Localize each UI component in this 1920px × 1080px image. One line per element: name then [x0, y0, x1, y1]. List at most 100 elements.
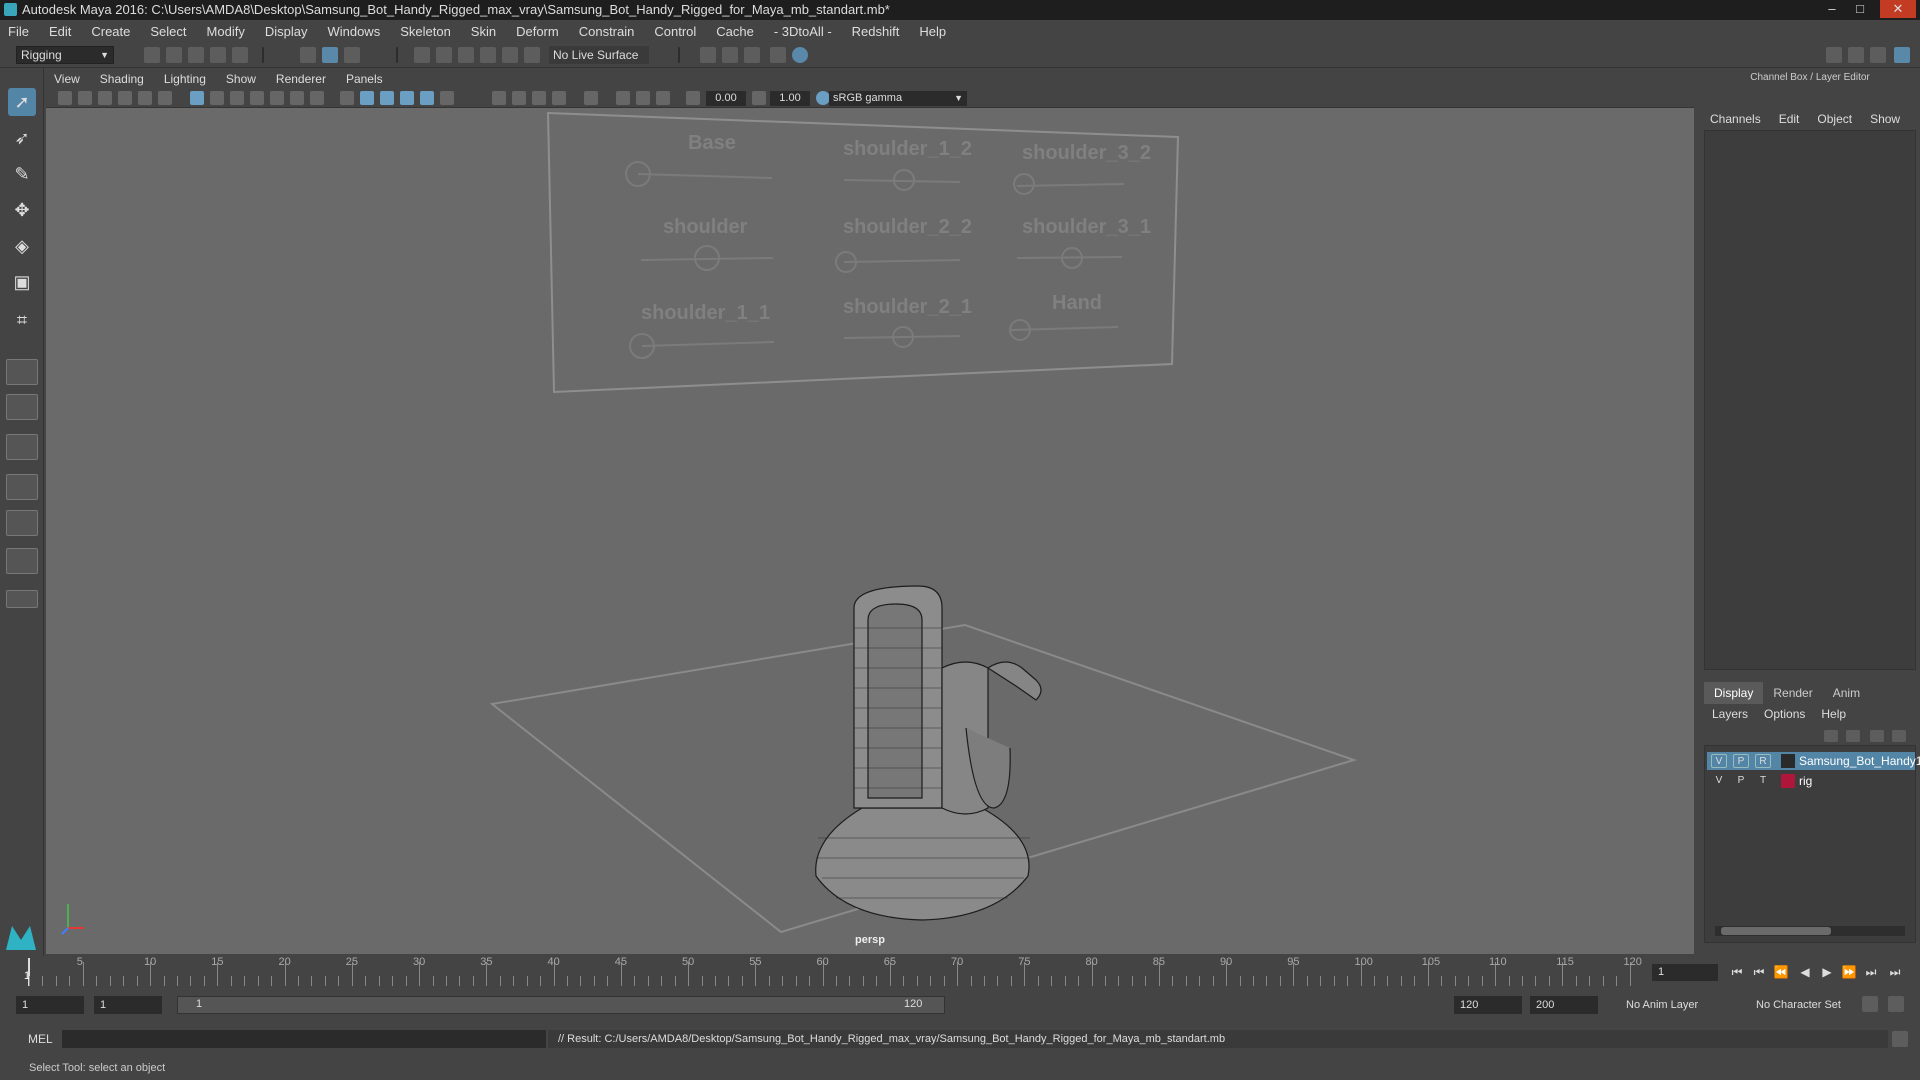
- snap-surface-icon[interactable]: [524, 47, 540, 63]
- resolution-gate-icon[interactable]: [230, 91, 244, 105]
- layer-visibility-toggle[interactable]: V: [1711, 774, 1727, 788]
- new-layer-icon[interactable]: [1870, 730, 1884, 742]
- menu-skin[interactable]: Skin: [471, 24, 496, 39]
- snap-grid-icon[interactable]: [414, 47, 430, 63]
- select-object-icon[interactable]: [322, 47, 338, 63]
- panel-menu-lighting[interactable]: Lighting: [164, 72, 206, 86]
- channels-menu[interactable]: Channels: [1710, 112, 1761, 126]
- panel-menu-panels[interactable]: Panels: [346, 72, 383, 86]
- menu-windows[interactable]: Windows: [327, 24, 380, 39]
- camera-icon[interactable]: [58, 91, 72, 105]
- menu-help[interactable]: Help: [919, 24, 946, 39]
- anim-layer-dropdown[interactable]: No Anim Layer: [1620, 996, 1740, 1014]
- layer-display-type-toggle[interactable]: T: [1755, 774, 1771, 788]
- safe-action-icon[interactable]: [290, 91, 304, 105]
- live-surface-field[interactable]: No Live Surface: [549, 46, 649, 64]
- two-panes-layout-button[interactable]: [6, 434, 38, 460]
- rotate-tool-button[interactable]: ◈: [8, 232, 36, 260]
- menu-control[interactable]: Control: [654, 24, 696, 39]
- render-settings-icon[interactable]: [744, 47, 760, 63]
- 2d-pan-zoom-icon[interactable]: [138, 91, 152, 105]
- play-backwards-button[interactable]: ◀: [1796, 964, 1814, 980]
- scrollbar-thumb[interactable]: [1721, 927, 1831, 935]
- camera-attributes-icon[interactable]: [78, 91, 92, 105]
- save-scene-icon[interactable]: [188, 47, 204, 63]
- layer-color-swatch[interactable]: [1781, 774, 1795, 788]
- field-chart-icon[interactable]: [270, 91, 284, 105]
- step-forward-frame-button[interactable]: ⏩: [1840, 964, 1858, 980]
- go-to-start-button[interactable]: ⏮: [1728, 964, 1746, 980]
- step-forward-key-button[interactable]: ⏭: [1862, 964, 1880, 980]
- image-plane-icon[interactable]: [118, 91, 132, 105]
- command-input[interactable]: [62, 1030, 546, 1048]
- paint-select-tool-button[interactable]: ✎: [8, 160, 36, 188]
- hypershade-layout-button[interactable]: [6, 548, 38, 574]
- move-layer-up-icon[interactable]: [1824, 730, 1838, 742]
- xray-components-icon[interactable]: [656, 91, 670, 105]
- panel-menu-renderer[interactable]: Renderer: [276, 72, 326, 86]
- render-frame-icon[interactable]: [700, 47, 716, 63]
- cb-show-menu[interactable]: Show: [1870, 112, 1900, 126]
- minimize-button[interactable]: –: [1820, 0, 1844, 18]
- current-frame-field[interactable]: 1: [1652, 964, 1718, 981]
- menu-deform[interactable]: Deform: [516, 24, 559, 39]
- menu-set-dropdown[interactable]: Rigging ▼: [16, 46, 114, 64]
- gate-mask-icon[interactable]: [250, 91, 264, 105]
- menu-select[interactable]: Select: [150, 24, 186, 39]
- graph-editor-layout-button[interactable]: [6, 510, 38, 536]
- playback-end-field[interactable]: 120: [1454, 996, 1522, 1014]
- panel-menu-shading[interactable]: Shading: [100, 72, 144, 86]
- new-scene-icon[interactable]: [144, 47, 160, 63]
- maximize-button[interactable]: □: [1848, 0, 1872, 18]
- options-menu[interactable]: Options: [1764, 707, 1805, 721]
- render-view-icon[interactable]: [792, 47, 808, 63]
- channel-box-toggle-icon[interactable]: [1894, 47, 1910, 63]
- layer-list-scrollbar[interactable]: [1715, 926, 1905, 936]
- lasso-tool-button[interactable]: ➶: [8, 124, 36, 152]
- character-set-dropdown[interactable]: No Character Set: [1750, 996, 1860, 1014]
- layer-row[interactable]: V P R Samsung_Bot_Handy1: [1707, 752, 1920, 770]
- perspective-viewport[interactable]: Base shoulder_1_2 shoulder_3_2 shoulder …: [46, 108, 1694, 954]
- menu-modify[interactable]: Modify: [207, 24, 245, 39]
- move-tool-button[interactable]: ✥: [8, 196, 36, 224]
- exposure-field[interactable]: 0.00: [706, 91, 746, 106]
- anti-aliasing-icon[interactable]: [532, 91, 546, 105]
- cb-object-menu[interactable]: Object: [1817, 112, 1852, 126]
- grease-pencil-icon[interactable]: [158, 91, 172, 105]
- play-forwards-button[interactable]: ▶: [1818, 964, 1836, 980]
- time-slider[interactable]: 1 5 10 15 20 25 30 35 40 45 50 55 60 65 70 75 80 85 90 95 1…: [0, 956, 1700, 988]
- new-layer-selected-icon[interactable]: [1892, 730, 1906, 742]
- smooth-shade-icon[interactable]: [360, 91, 374, 105]
- menu-cache[interactable]: Cache: [716, 24, 754, 39]
- tab-render[interactable]: Render: [1763, 682, 1822, 704]
- layers-menu[interactable]: Layers: [1712, 707, 1748, 721]
- tab-display[interactable]: Display: [1704, 682, 1764, 704]
- exposure-icon[interactable]: [686, 91, 700, 105]
- menu-constrain[interactable]: Constrain: [579, 24, 635, 39]
- go-to-end-button[interactable]: ⏭: [1886, 964, 1904, 980]
- animation-start-field[interactable]: 1: [16, 996, 84, 1014]
- undo-icon[interactable]: [210, 47, 226, 63]
- shadows-icon[interactable]: [440, 91, 454, 105]
- auto-key-icon[interactable]: [1862, 996, 1878, 1012]
- outliner-layout-button[interactable]: [6, 474, 38, 500]
- step-back-key-button[interactable]: ⏮: [1750, 964, 1768, 980]
- single-perspective-layout-button[interactable]: [6, 359, 38, 385]
- layer-display-type-toggle[interactable]: R: [1755, 754, 1771, 768]
- motion-blur-icon[interactable]: [512, 91, 526, 105]
- layer-row[interactable]: V P T rig: [1707, 772, 1915, 790]
- layer-playback-toggle[interactable]: P: [1733, 754, 1749, 768]
- view-transform-dropdown[interactable]: sRGB gamma ▼: [829, 91, 967, 106]
- animation-end-field[interactable]: 200: [1530, 996, 1598, 1014]
- grid-toggle-icon[interactable]: [190, 91, 204, 105]
- modeling-toolkit-icon[interactable]: [1826, 47, 1842, 63]
- safe-title-icon[interactable]: [310, 91, 324, 105]
- select-component-icon[interactable]: [344, 47, 360, 63]
- wireframe-on-shaded-icon[interactable]: [380, 91, 394, 105]
- xray-icon[interactable]: [616, 91, 630, 105]
- menu-create[interactable]: Create: [91, 24, 130, 39]
- menu-display[interactable]: Display: [265, 24, 308, 39]
- script-language-toggle[interactable]: MEL: [18, 1030, 60, 1048]
- layer-help-menu[interactable]: Help: [1821, 707, 1846, 721]
- menu-skeleton[interactable]: Skeleton: [400, 24, 451, 39]
